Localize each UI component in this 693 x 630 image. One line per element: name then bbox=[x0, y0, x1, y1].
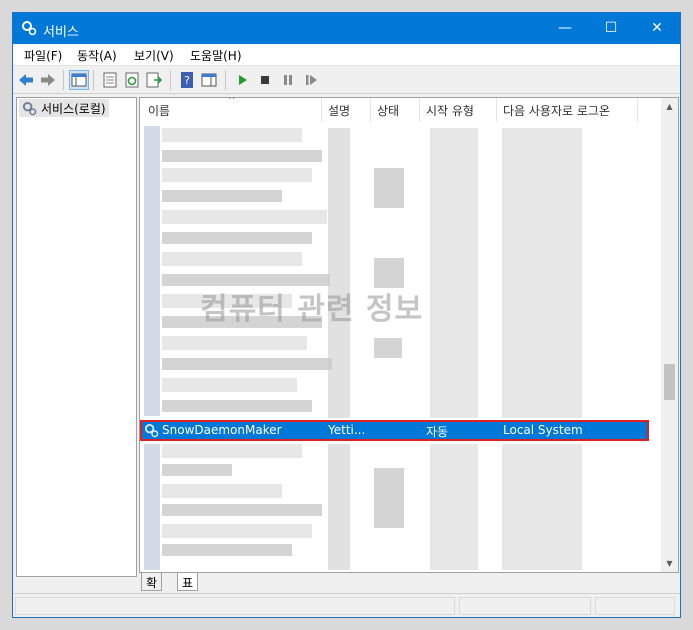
status-bar-section bbox=[15, 597, 455, 615]
tab-standard[interactable]: 표준 bbox=[177, 573, 199, 607]
column-divider[interactable] bbox=[496, 98, 497, 122]
pixelated-row bbox=[162, 168, 312, 182]
pixelated-icons bbox=[144, 126, 160, 416]
maximize-button[interactable]: ☐ bbox=[588, 13, 634, 44]
menu-action[interactable]: 동작(A) bbox=[77, 47, 117, 64]
help-icon[interactable]: ? bbox=[178, 71, 196, 89]
pixelated-row bbox=[162, 252, 302, 266]
pixelated-column bbox=[328, 444, 350, 570]
scroll-up-icon[interactable]: ▲ bbox=[661, 98, 678, 115]
toolbar-separator bbox=[93, 70, 94, 90]
pixelated-cell bbox=[374, 468, 404, 528]
service-description: Yetti... bbox=[328, 423, 366, 437]
column-divider[interactable] bbox=[321, 98, 322, 122]
column-divider[interactable] bbox=[419, 98, 420, 122]
play-icon[interactable] bbox=[233, 71, 251, 89]
pixelated-row bbox=[162, 504, 322, 516]
gear-icon bbox=[22, 21, 37, 36]
pixelated-row bbox=[162, 484, 282, 498]
column-header-startup-type[interactable]: 시작 유형 bbox=[426, 102, 474, 119]
action-pane-icon[interactable] bbox=[200, 71, 218, 89]
pause-icon[interactable] bbox=[279, 71, 297, 89]
menu-bar: 파일(F) 동작(A) 보기(V) 도움말(H) bbox=[13, 44, 680, 66]
gear-icon bbox=[144, 423, 159, 438]
pixelated-icons bbox=[144, 444, 160, 570]
service-name: SnowDaemonMaker bbox=[162, 423, 282, 437]
pixelated-row bbox=[162, 150, 322, 162]
pixelated-row bbox=[162, 464, 232, 476]
column-header-name[interactable]: 이름 bbox=[148, 102, 170, 119]
menu-help[interactable]: 도움말(H) bbox=[190, 47, 242, 64]
tree-item-label: 서비스(로컬) bbox=[41, 102, 106, 116]
console-tree-pane: 서비스(로컬) bbox=[16, 97, 137, 577]
pixelated-row bbox=[162, 358, 332, 370]
pixelated-column bbox=[328, 128, 350, 418]
restart-icon[interactable] bbox=[302, 71, 320, 89]
pixelated-row bbox=[162, 210, 327, 224]
forward-arrow-icon[interactable] bbox=[39, 71, 57, 89]
title-bar[interactable]: 서비스 — ☐ ✕ bbox=[13, 13, 680, 44]
tab-extended[interactable]: 확장 bbox=[141, 573, 163, 607]
menu-file[interactable]: 파일(F) bbox=[24, 47, 62, 64]
properties-icon[interactable] bbox=[101, 71, 119, 89]
pixelated-cell bbox=[374, 168, 404, 208]
pixelated-row bbox=[162, 128, 302, 142]
pixelated-row bbox=[162, 190, 282, 202]
toolbar-separator bbox=[225, 70, 226, 90]
close-button[interactable]: ✕ bbox=[634, 13, 680, 44]
status-bar bbox=[13, 593, 680, 617]
services-list-pane: 이름 ^ 설명 상태 시작 유형 다음 사용자로 로그온 컴퓨터 관련 정보 S… bbox=[139, 97, 679, 573]
pixelated-row bbox=[162, 336, 307, 350]
scrollbar-thumb[interactable] bbox=[664, 364, 675, 400]
minimize-button[interactable]: — bbox=[542, 13, 588, 44]
tree-item-services-local[interactable]: 서비스(로컬) bbox=[19, 99, 109, 117]
column-divider[interactable] bbox=[637, 98, 638, 122]
pixelated-column bbox=[502, 128, 582, 418]
pixelated-row bbox=[162, 544, 292, 556]
gear-icon bbox=[22, 101, 37, 116]
toolbar-separator bbox=[170, 70, 171, 90]
service-startup-type: 자동 bbox=[426, 425, 449, 439]
toolbar-separator bbox=[63, 70, 64, 90]
column-header-row: 이름 ^ 설명 상태 시작 유형 다음 사용자로 로그온 bbox=[140, 98, 661, 122]
pixelated-column bbox=[430, 128, 478, 418]
toolbar: ? bbox=[13, 66, 680, 94]
stop-icon[interactable] bbox=[256, 71, 274, 89]
export-list-icon[interactable] bbox=[145, 71, 163, 89]
back-arrow-icon[interactable] bbox=[17, 71, 35, 89]
pixelated-row bbox=[162, 524, 312, 538]
pixelated-row bbox=[162, 444, 302, 458]
status-bar-section bbox=[595, 597, 675, 615]
status-bar-section bbox=[459, 597, 591, 615]
pixelated-row bbox=[162, 232, 312, 244]
menu-view[interactable]: 보기(V) bbox=[134, 47, 174, 64]
sort-ascending-icon: ^ bbox=[228, 97, 236, 106]
refresh-icon[interactable] bbox=[123, 71, 141, 89]
watermark-text: 컴퓨터 관련 정보 bbox=[200, 292, 424, 327]
column-header-description[interactable]: 설명 bbox=[328, 102, 350, 119]
svg-text:?: ? bbox=[184, 74, 190, 87]
services-window: 서비스 — ☐ ✕ 파일(F) 동작(A) 보기(V) 도움말(H) ? 서비스… bbox=[12, 12, 681, 618]
scroll-down-icon[interactable]: ▼ bbox=[661, 555, 678, 572]
pixelated-column bbox=[430, 444, 478, 570]
pixelated-column bbox=[502, 444, 582, 570]
column-divider[interactable] bbox=[370, 98, 371, 122]
console-tree-icon[interactable] bbox=[69, 70, 89, 90]
pixelated-row bbox=[162, 400, 312, 412]
pixelated-cell bbox=[374, 338, 402, 358]
column-header-logon-as[interactable]: 다음 사용자로 로그온 bbox=[503, 102, 610, 119]
table-row-selected[interactable]: SnowDaemonMaker Yetti... 자동 Local System bbox=[140, 420, 649, 441]
vertical-scrollbar[interactable]: ▲ ▼ bbox=[661, 98, 678, 572]
column-header-status[interactable]: 상태 bbox=[377, 102, 399, 119]
pixelated-row bbox=[162, 378, 297, 392]
window-title: 서비스 bbox=[43, 25, 79, 40]
service-logon-as: Local System bbox=[503, 423, 583, 437]
